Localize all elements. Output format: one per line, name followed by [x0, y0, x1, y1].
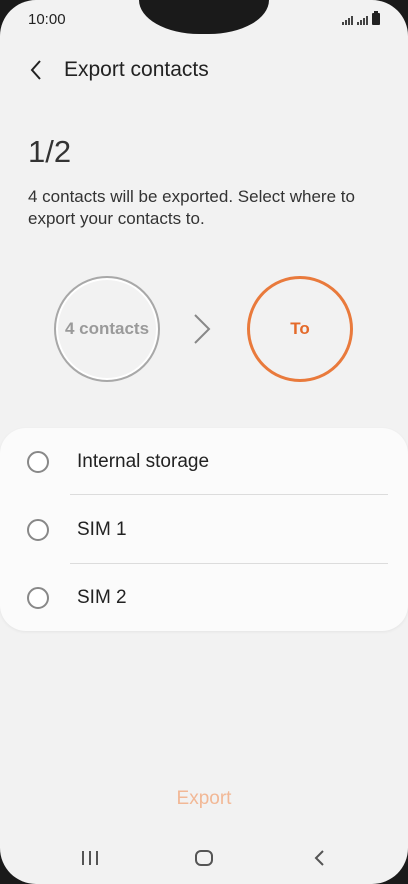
back-button[interactable]	[8, 50, 64, 90]
source-contacts-circle: 4 contacts	[54, 276, 160, 382]
target-destination-circle: To	[247, 276, 353, 382]
signal-icon	[342, 16, 353, 25]
navigation-bar	[0, 832, 408, 884]
app-bar: Export contacts	[0, 50, 408, 90]
recent-apps-icon	[82, 851, 98, 865]
home-button[interactable]	[174, 832, 234, 884]
target-label: To	[290, 319, 310, 338]
option-sim-2[interactable]: SIM 2	[0, 564, 408, 632]
divider	[70, 494, 388, 495]
page-title: Export contacts	[64, 58, 209, 81]
system-back-button[interactable]	[289, 832, 349, 884]
phone-screen: 10:00 Export contacts 1/2 4 contacts wil…	[0, 0, 408, 884]
radio-button[interactable]	[27, 587, 49, 609]
status-bar: 10:00	[0, 0, 408, 38]
option-internal-storage[interactable]: Internal storage	[0, 428, 408, 496]
chevron-right-icon	[194, 314, 211, 344]
status-icons	[342, 11, 380, 25]
battery-icon	[372, 11, 380, 25]
status-time: 10:00	[28, 10, 66, 28]
storage-options-card: Internal storage SIM 1 SIM 2	[0, 428, 408, 631]
export-description: 4 contacts will be exported. Select wher…	[28, 187, 355, 228]
option-label: SIM 2	[77, 587, 127, 608]
home-icon	[195, 850, 213, 866]
option-label: SIM 1	[77, 519, 127, 540]
recent-apps-button[interactable]	[60, 832, 120, 884]
export-flow: 4 contacts To	[0, 276, 408, 382]
option-label: Internal storage	[77, 451, 210, 472]
radio-button[interactable]	[27, 451, 49, 473]
back-icon	[314, 850, 324, 866]
step-indicator: 1/2	[28, 134, 72, 169]
export-button[interactable]: Export	[165, 784, 244, 814]
signal-icon	[357, 16, 368, 25]
radio-button[interactable]	[27, 519, 49, 541]
source-label: 4 contacts	[64, 319, 150, 338]
chevron-left-icon	[30, 60, 41, 80]
option-sim-1[interactable]: SIM 1	[0, 496, 408, 564]
